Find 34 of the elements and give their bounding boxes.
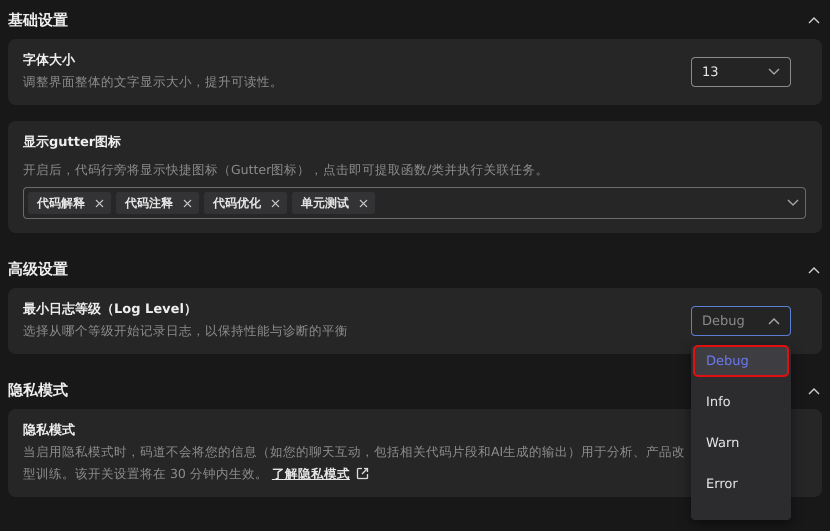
setting-description: 选择从哪个等级开始记录日志，以保持性能与诊断的平衡 [23, 322, 348, 340]
dropdown-option[interactable]: Info [695, 388, 787, 416]
chevron-up-icon[interactable] [808, 16, 822, 24]
select-field[interactable]: Debug [691, 306, 791, 336]
chevron-down-icon [768, 68, 780, 76]
setting-description: 开启后，代码行旁将显示快捷图标（Gutter图标），点击即可提取函数/类并执行关联任务。 [23, 161, 548, 179]
dropdown-option[interactable]: Warn [695, 429, 787, 457]
setting-title: 显示gutter图标 [23, 134, 122, 152]
tag: 代码注释 [116, 192, 199, 214]
external-link-icon[interactable] [356, 467, 369, 480]
privacy-link[interactable]: 了解隐私模式 [272, 466, 350, 481]
tag: 单元测试 [292, 192, 375, 214]
setting-description: 型训练。该开关设置将在 30 分钟内生效。 [23, 466, 268, 481]
section-title: 高级设置 [8, 260, 68, 279]
setting-description: 调整界面整体的文字显示大小，提升可读性。 [23, 73, 283, 91]
setting-title: 最小日志等级（Log Level） [23, 300, 198, 319]
close-icon[interactable] [95, 198, 104, 208]
chevron-up-icon [768, 317, 780, 325]
setting-title: 隐私模式 [23, 422, 76, 440]
section-title: 基础设置 [8, 10, 68, 30]
dropdown-option[interactable]: Error [695, 470, 787, 498]
tag: 代码优化 [204, 192, 287, 214]
chevron-down-icon [787, 199, 799, 207]
close-icon[interactable] [359, 198, 368, 208]
tag-select-field[interactable]: 代码解释 代码注释 代码优化 单元测试 [23, 187, 806, 219]
chevron-up-icon[interactable] [808, 386, 822, 394]
close-icon[interactable] [183, 198, 192, 208]
setting-title: 字体大小 [23, 52, 76, 70]
chevron-up-icon[interactable] [808, 266, 822, 274]
setting-description: 当启用隐私模式时，码道不会将您的信息（如您的聊天互动，包括相关代码片段和AI生成的输出）用于分析、产品改 [23, 443, 686, 461]
select-field[interactable]: 13 [691, 57, 791, 87]
tag: 代码解释 [28, 192, 111, 214]
section-title: 隐私模式 [8, 381, 68, 400]
close-icon[interactable] [271, 198, 280, 208]
